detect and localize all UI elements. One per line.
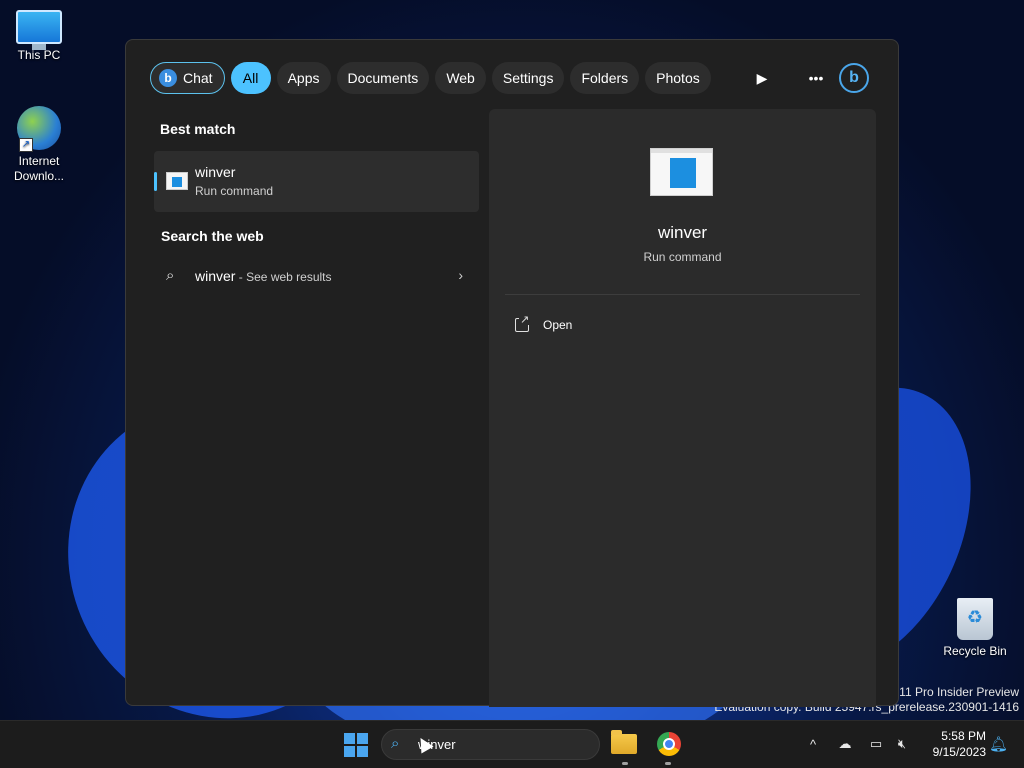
web-search-result[interactable]: ⌕ winver - See web results › xyxy=(154,260,479,294)
run-command-icon xyxy=(166,172,188,190)
filter-apps[interactable]: Apps xyxy=(276,62,331,94)
running-indicator xyxy=(665,762,671,765)
search-web-heading: Search the web xyxy=(161,228,264,244)
filter-label: All xyxy=(242,70,259,86)
open-action[interactable]: Open xyxy=(515,314,573,335)
chevron-up-icon[interactable]: ^ xyxy=(804,735,822,753)
desktop-icon-recycle-bin[interactable]: Recycle Bin xyxy=(939,598,1011,659)
result-type: Run command xyxy=(195,184,274,198)
running-indicator xyxy=(622,762,628,765)
search-icon: ⌕ xyxy=(391,735,400,752)
filter-label: Settings xyxy=(502,70,554,86)
details-name: winver xyxy=(657,223,708,242)
action-label: Open xyxy=(543,318,573,332)
internet-download-manager-icon: ↗ xyxy=(17,106,61,152)
filter-folders[interactable]: Folders xyxy=(570,62,640,94)
desktop-icon-internet-download-manager[interactable]: ↗ Internet Downlo... xyxy=(3,106,75,184)
filter-label: Documents xyxy=(347,70,419,86)
start-button[interactable] xyxy=(344,733,368,757)
filter-label: Web xyxy=(446,70,475,86)
windows-logo-tile xyxy=(344,733,355,744)
clock-date: 9/15/2023 xyxy=(932,745,986,759)
filter-photos[interactable]: Photos xyxy=(645,62,711,94)
details-pane: winver Run command Open xyxy=(489,109,876,707)
recycle-bin-icon xyxy=(957,598,993,640)
clock-time: 5:58 PM xyxy=(941,729,986,743)
best-match-result[interactable]: winver Run command xyxy=(154,151,479,212)
result-name: winver xyxy=(195,164,236,180)
windows-logo-tile xyxy=(344,746,355,757)
filter-web[interactable]: Web xyxy=(435,62,486,94)
bing-icon[interactable]: b xyxy=(839,63,869,93)
taskbar-file-explorer[interactable] xyxy=(611,729,641,765)
chrome-icon xyxy=(657,732,681,756)
filter-settings[interactable]: Settings xyxy=(491,62,565,94)
shortcut-arrow-icon: ↗ xyxy=(19,138,33,152)
taskbar-chrome[interactable] xyxy=(654,729,684,765)
desktop-icon-label: Internet Downlo... xyxy=(13,154,65,183)
search-panel: b Chat All Apps Documents Web Settings F… xyxy=(125,39,899,707)
web-query: winver xyxy=(195,268,236,284)
filter-label: Photos xyxy=(656,70,700,86)
run-command-large-icon xyxy=(650,148,713,196)
search-filter-bar: b Chat All Apps Documents Web Settings F… xyxy=(150,62,711,94)
this-pc-icon xyxy=(16,10,62,50)
taskbar-search-box[interactable]: ⌕ winver xyxy=(381,729,600,760)
filter-label: Folders xyxy=(581,70,629,86)
desktop-icon-label: Recycle Bin xyxy=(943,644,1007,658)
desktop-icon-this-pc[interactable]: This PC xyxy=(3,10,75,63)
windows-logo-tile xyxy=(357,733,368,744)
more-options-icon[interactable]: ••• xyxy=(804,66,828,90)
selection-accent xyxy=(154,172,157,191)
filter-documents[interactable]: Documents xyxy=(336,62,430,94)
notification-bell-icon[interactable]: 🔔︎ xyxy=(989,735,1008,753)
file-explorer-icon xyxy=(611,730,637,754)
filter-all[interactable]: All xyxy=(230,62,271,94)
network-icon[interactable]: ▭ xyxy=(867,735,885,753)
best-match-heading: Best match xyxy=(160,121,236,137)
web-suffix: - See web results xyxy=(235,270,332,284)
bing-chat-icon: b xyxy=(159,69,177,87)
desktop-icon-label: This PC xyxy=(17,48,61,62)
search-icon: ⌕ xyxy=(166,267,175,284)
volume-muted-icon[interactable]: 🔇︎ xyxy=(893,735,911,753)
details-divider xyxy=(505,294,860,295)
filter-label: Chat xyxy=(183,70,213,86)
open-external-icon xyxy=(515,314,531,332)
chevron-right-icon: › xyxy=(458,267,463,283)
windows-logo-tile xyxy=(357,746,368,757)
filter-label: Apps xyxy=(287,70,320,86)
taskbar-clock[interactable]: 5:58 PM 9/15/2023 xyxy=(918,728,986,760)
details-type: Run command xyxy=(643,250,722,264)
more-filters-play-icon[interactable]: ▶ xyxy=(750,66,774,90)
web-result-text: winver - See web results xyxy=(195,268,332,284)
onedrive-icon[interactable]: ☁ xyxy=(836,735,854,753)
taskbar: ⌕ winver ^ ☁ ▭ 🔇︎ 5:58 PM 9/15/2023 🔔︎ xyxy=(0,720,1024,768)
filter-chat[interactable]: b Chat xyxy=(150,62,225,94)
